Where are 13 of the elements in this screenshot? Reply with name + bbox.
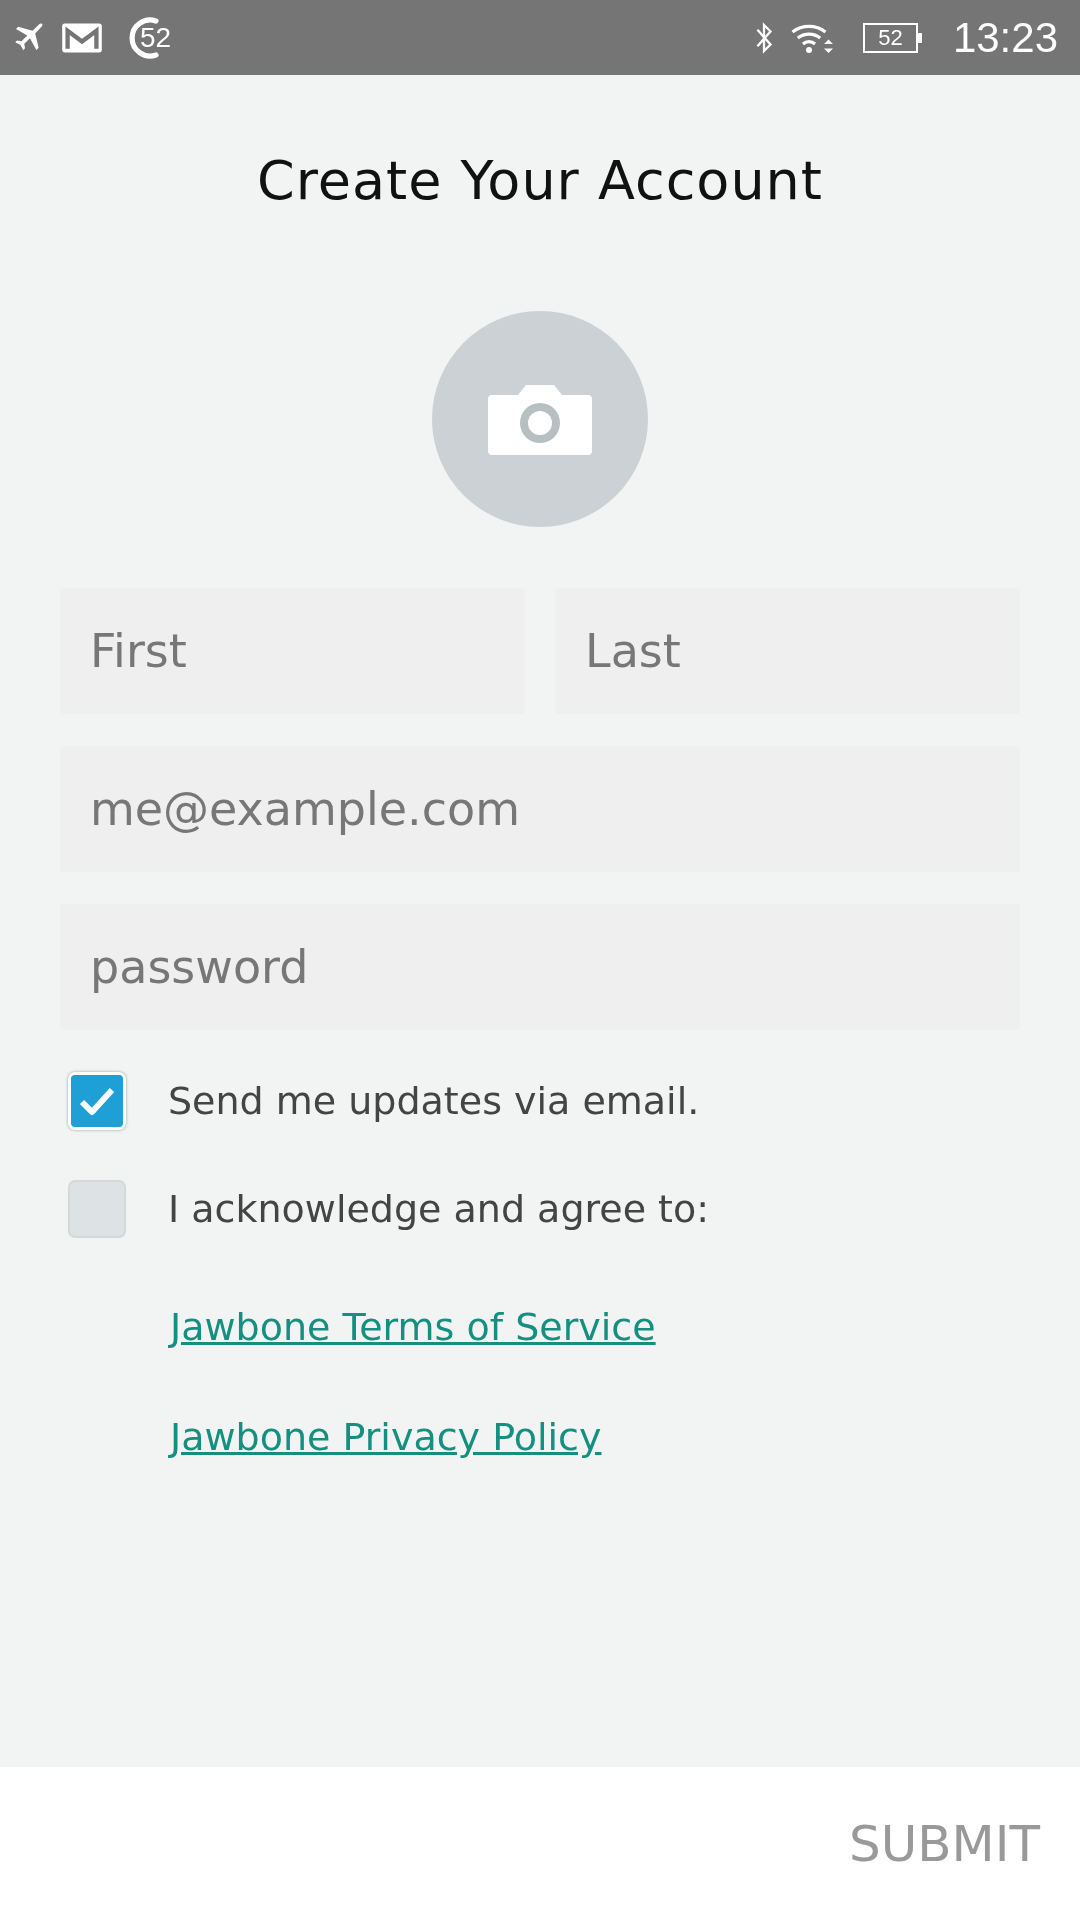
checkbox-label: I acknowledge and agree to: [168, 1187, 710, 1231]
checkbox[interactable] [68, 1180, 126, 1238]
notification-count: 52 [140, 21, 172, 54]
name-field[interactable]: First [60, 588, 525, 714]
email-field[interactable]: me@example.com [60, 746, 1020, 872]
checkbox-label: Send me updates via email. [168, 1079, 700, 1123]
name-field[interactable]: Last [555, 588, 1020, 714]
link[interactable]: Jawbone Privacy Policy [170, 1412, 602, 1462]
link[interactable]: Jawbone Terms of Service [170, 1302, 656, 1352]
page-title: Create Your Account [256, 149, 824, 213]
submit-button[interactable]: SUBMIT [828, 1804, 1080, 1883]
password-field[interactable]: password [60, 904, 1020, 1030]
clock-time: 13:23 [952, 13, 1058, 62]
